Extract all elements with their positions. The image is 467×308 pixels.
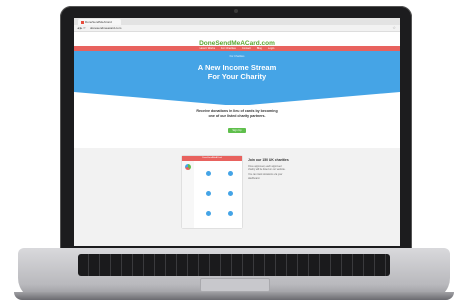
nav-buttons-icon[interactable]: ◀ ▶ ⟳ [77,26,86,30]
dashboard-preview: DoneSendMeACard [182,156,242,228]
stat-icon [227,191,233,196]
dashboard-card [220,210,240,224]
stat-icon [227,171,233,176]
tagline-line-2: one of our listed charity partners. [208,113,266,118]
dashboard-card [220,170,240,184]
laptop-device: DoneSendMeACard ◀ ▶ ⟳ donesendmeacard.co… [0,0,467,308]
dashboard-card [198,170,218,184]
join-info: Join our 150 UK charities Once approved,… [248,158,328,180]
browser-tabbar: DoneSendMeACard [74,18,400,25]
signup-button[interactable]: Sign Up [228,128,246,134]
dashboard-sidebar [182,161,194,228]
dashboard-card [220,190,240,204]
hero-title: A New Income Stream For Your Charity [74,63,400,81]
trackpad [200,278,270,292]
camera-icon [234,9,238,13]
tab-title: DoneSendMeACard [85,20,112,24]
join-title: Join our 150 UK charities [248,158,289,162]
url-field[interactable]: donesendmeacard.com [90,26,230,30]
keyboard [78,254,390,276]
hero-eyebrow: For Charities [229,55,245,58]
address-bar: ◀ ▶ ⟳ donesendmeacard.com ☆ [74,25,400,32]
hero-title-line-1: A New Income Stream [197,63,277,72]
hero-banner: For Charities A New Income Stream For Yo… [74,51,400,106]
dashboard-card [198,190,218,204]
join-text: Once approved, each approved charity wil… [248,165,328,180]
dashboard-card [198,210,218,224]
join-text-line: dashboard. [248,176,260,180]
chart-avatar-icon [185,164,191,170]
stat-icon [205,191,211,196]
bookmark-star-icon[interactable]: ☆ [392,25,396,30]
laptop-base-lip [14,292,454,300]
stat-icon [205,171,211,176]
hero-wave [74,92,400,106]
site-header: DoneSendMeACard.com [74,32,400,47]
stat-icon [227,211,233,216]
stat-icon [205,211,211,216]
laptop-screen: DoneSendMeACard ◀ ▶ ⟳ donesendmeacard.co… [74,18,400,246]
favicon-icon [81,20,84,24]
intro-section: Receive donations in lieu of cards by be… [74,105,400,136]
hero-title-line-2: For Your Charity [207,72,267,81]
join-text-line: charity will be listed on our website. [248,168,286,172]
tagline: Receive donations in lieu of cards by be… [74,109,400,118]
dashboard-section: DoneSendMeACard Join our 150 UK charitie… [74,148,400,246]
